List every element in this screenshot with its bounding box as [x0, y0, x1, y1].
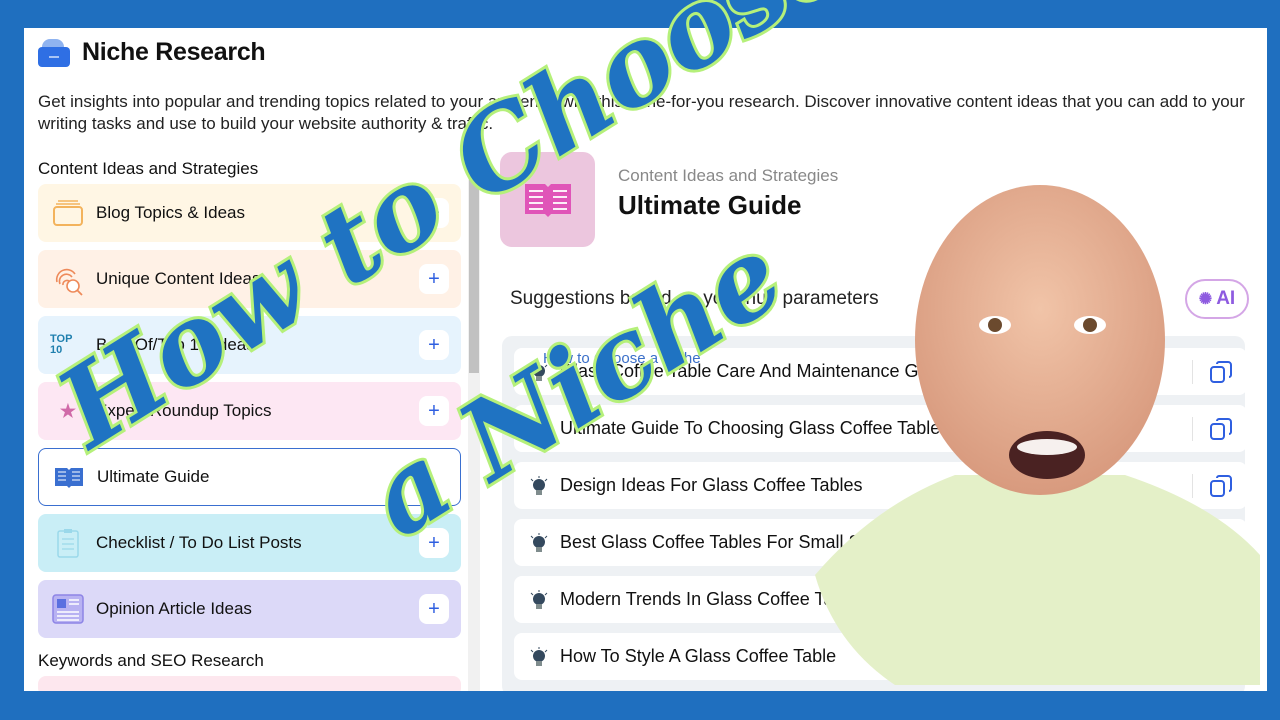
scrollbar-thumb[interactable]: [469, 168, 479, 373]
lightbulb-icon: [530, 532, 548, 552]
sidebar-item-label: Blog Topics & Ideas: [96, 203, 245, 222]
add-button[interactable]: +: [419, 528, 449, 558]
top-10-icon-text: TOP 10: [50, 333, 73, 356]
sidebar-item-label: Checklist / To Do List Posts: [96, 533, 302, 552]
add-button[interactable]: +: [419, 594, 449, 624]
scroll-up-arrow-icon[interactable]: ▲: [470, 156, 478, 165]
sidebar-item-ultimate-guide[interactable]: Ultimate Guide: [38, 448, 461, 506]
lightbulb-icon: [530, 646, 548, 666]
sidebar-item-best-of-top-10[interactable]: TOP 10 Best Of/Top 10 Ideas +: [38, 316, 461, 374]
add-button[interactable]: +: [419, 198, 449, 228]
add-button[interactable]: +: [419, 264, 449, 294]
folder-stack-icon: [50, 197, 86, 229]
add-button[interactable]: +: [419, 396, 449, 426]
page-header: Niche Research: [38, 38, 266, 67]
open-book-icon: [500, 152, 595, 247]
lightbulb-icon: [530, 475, 548, 495]
lightbulb-icon: [530, 418, 548, 438]
star-icon: ★: [59, 400, 77, 421]
sidebar-item-label: Best Of/Top 10 Ideas: [96, 335, 255, 354]
fingerprint-search-icon: [50, 263, 86, 296]
top-10-icon: TOP 10: [50, 329, 86, 361]
sidebar-item-label: Expert Roundup Topics: [96, 401, 272, 420]
niche-research-logo-icon: [38, 38, 70, 67]
page-title: Niche Research: [82, 38, 266, 66]
sidebar-item-unique-content[interactable]: Unique Content Ideas +: [38, 250, 461, 308]
sidebar-item-expert-roundup[interactable]: ★ Expert Roundup Topics +: [38, 382, 461, 440]
newspaper-icon: [50, 593, 86, 625]
section-heading: Ultimate Guide: [618, 190, 802, 220]
presenter-photo: [815, 185, 1260, 685]
lightbulb-icon: [530, 589, 548, 609]
open-book-icon: [51, 461, 87, 493]
sidebar-item-blog-topics[interactable]: Blog Topics & Ideas +: [38, 184, 461, 242]
section-title-keywords-seo: Keywords and SEO Research: [38, 651, 264, 670]
clipboard-checklist-icon: [50, 527, 86, 559]
sidebar-item-label: Opinion Article Ideas: [96, 599, 252, 618]
sidebar-item-checklist[interactable]: Checklist / To Do List Posts +: [38, 514, 461, 572]
page-description: Get insights into popular and trending t…: [38, 92, 1245, 133]
breadcrumb: Content Ideas and Strategies: [618, 166, 839, 185]
sidebar-scrollbar[interactable]: ▲: [468, 154, 480, 691]
sidebar-item-partial[interactable]: [38, 676, 461, 691]
sidebar-item-label: Unique Content Ideas: [96, 269, 261, 288]
watermark-text: How to Choose a Niche: [543, 350, 701, 367]
sidebar: Content Ideas and Strategies Blog Topics…: [38, 154, 461, 691]
sidebar-item-label: Ultimate Guide: [97, 467, 210, 486]
sidebar-item-opinion-article[interactable]: Opinion Article Ideas +: [38, 580, 461, 638]
add-button[interactable]: +: [419, 330, 449, 360]
section-title-content-ideas: Content Ideas and Strategies: [38, 159, 259, 178]
